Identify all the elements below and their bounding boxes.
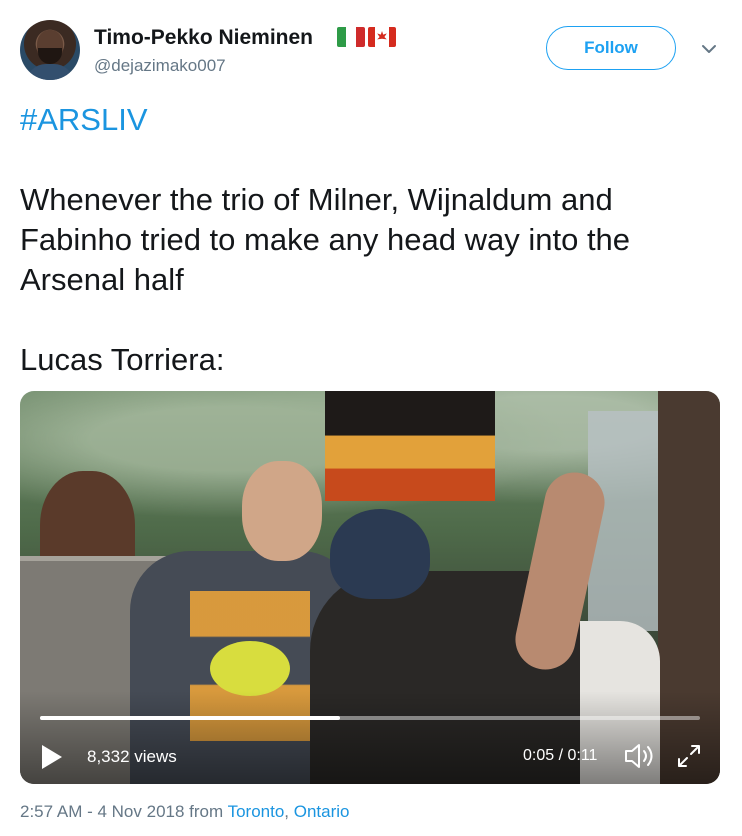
tweet-body: #ARSLIV Whenever the trio of Milner, Wij… bbox=[20, 100, 720, 380]
tweet-footer: 2:57 AM - 4 Nov 2018 from Toronto, Ontar… bbox=[20, 802, 349, 822]
video-controls bbox=[20, 691, 720, 784]
tweet-line: Whenever the trio of Milner, Wijnaldum a… bbox=[20, 182, 613, 217]
fullscreen-icon[interactable] bbox=[675, 742, 703, 770]
flags bbox=[337, 27, 396, 47]
play-icon[interactable] bbox=[40, 744, 64, 770]
location-city-link[interactable]: Toronto bbox=[228, 802, 285, 821]
user-name[interactable]: Timo-Pekko Nieminen bbox=[94, 26, 313, 50]
tweet-line: Arsenal half bbox=[20, 262, 184, 297]
view-count: 8,332 views bbox=[87, 747, 177, 766]
location-region-link[interactable]: Ontario bbox=[294, 802, 350, 821]
hashtag-link[interactable]: #ARSLIV bbox=[20, 100, 720, 140]
volume-icon[interactable] bbox=[623, 741, 657, 771]
video-progress-fill bbox=[40, 716, 341, 720]
tweet-header: Timo-Pekko Nieminen @dejazimako007 Follo… bbox=[20, 20, 720, 82]
tweet-line: Fabinho tried to make any head way into … bbox=[20, 222, 631, 257]
video-time: 0:05 / 0:11 bbox=[523, 747, 598, 764]
avatar[interactable] bbox=[20, 20, 80, 80]
tweet-line: Lucas Torriera: bbox=[20, 342, 225, 377]
video-frame-banner bbox=[325, 391, 495, 501]
chevron-down-icon[interactable] bbox=[700, 40, 718, 58]
video-progress-bar[interactable] bbox=[40, 716, 700, 720]
user-handle[interactable]: @dejazimako007 bbox=[94, 56, 226, 76]
location-separator: , bbox=[284, 802, 294, 821]
italy-flag-icon bbox=[337, 27, 365, 47]
video-player[interactable]: 8,332 views 0:05 / 0:11 bbox=[20, 391, 720, 784]
follow-button[interactable]: Follow bbox=[546, 26, 676, 70]
timestamp[interactable]: 2:57 AM - 4 Nov 2018 from bbox=[20, 802, 228, 821]
canada-flag-icon bbox=[368, 27, 396, 47]
